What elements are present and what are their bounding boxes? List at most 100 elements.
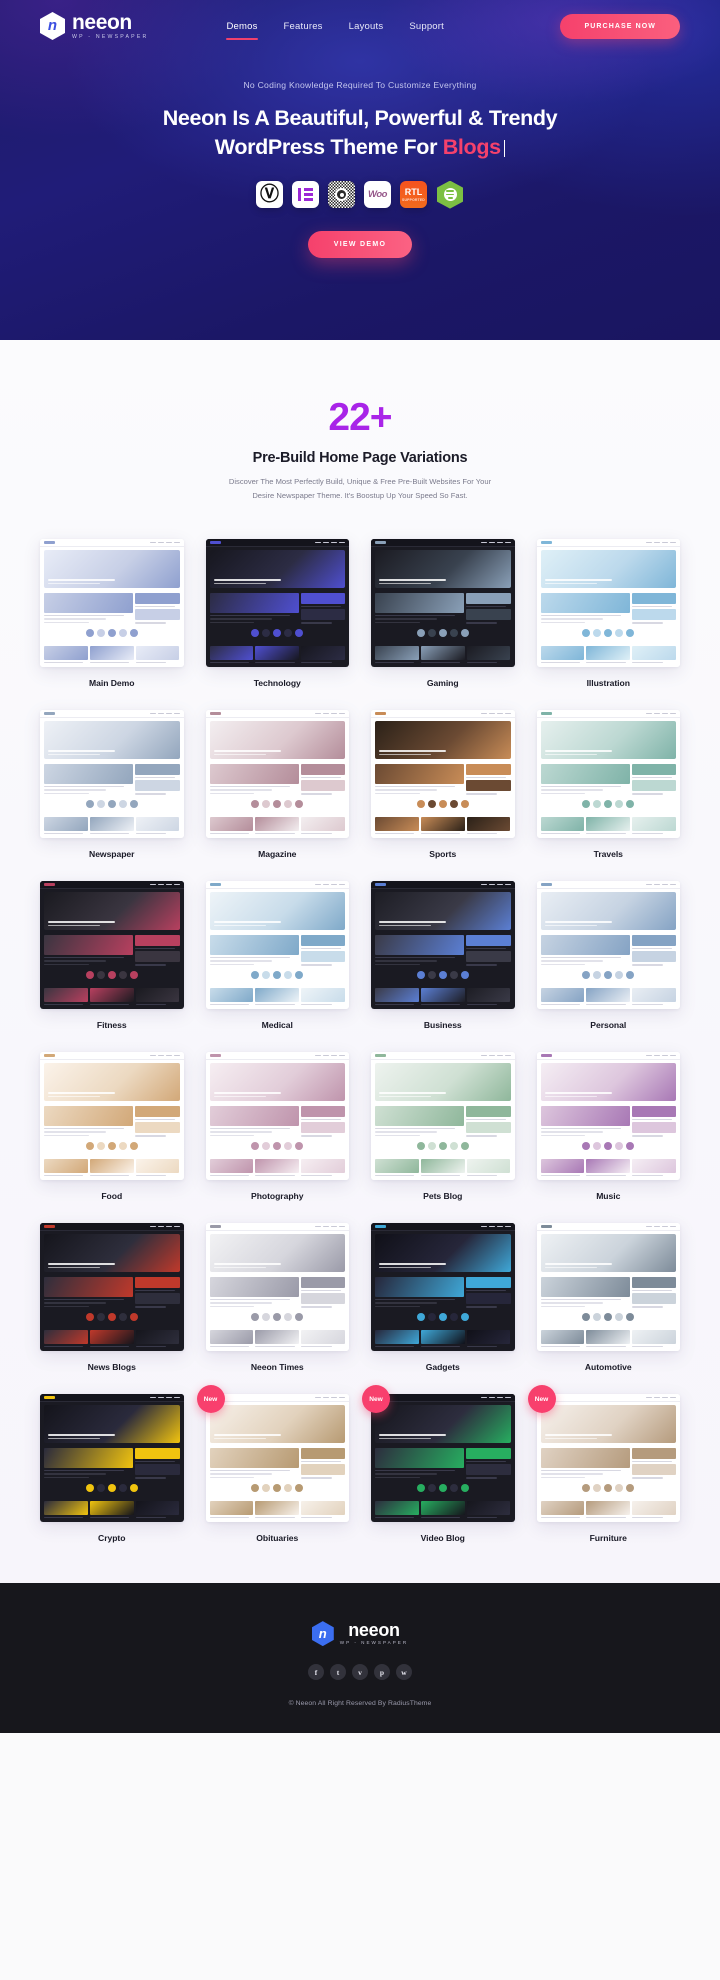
- demo-thumbnail[interactable]: [205, 539, 349, 668]
- nav-link-demos[interactable]: Demos: [226, 17, 258, 40]
- nav-links: Demos Features Layouts Support: [226, 0, 444, 52]
- demo-card-label: Automotive: [584, 1362, 632, 1373]
- demo-card[interactable]: Business: [371, 881, 515, 1030]
- demo-card-label: Obituaries: [256, 1533, 299, 1544]
- footer-brand-tagline: WP - NEWSPAPER: [339, 1640, 409, 1646]
- demo-thumbnail[interactable]: [536, 539, 680, 668]
- demo-card[interactable]: Main Demo: [40, 539, 184, 688]
- demo-grid: Main Demo Technology Gaming Illustration New…: [40, 539, 680, 1543]
- demo-thumbnail[interactable]: [205, 881, 349, 1010]
- demo-card-label: Food: [101, 1191, 123, 1202]
- demo-thumbnail[interactable]: [40, 881, 184, 1010]
- brand-logo[interactable]: n neeon WP - NEWSPAPER: [40, 12, 148, 40]
- demo-thumbnail[interactable]: [205, 1394, 349, 1523]
- demo-thumbnail[interactable]: [40, 539, 184, 668]
- nav-link-layouts[interactable]: Layouts: [349, 17, 384, 36]
- demos-subtitle: Discover The Most Perfectly Build, Uniqu…: [0, 475, 720, 503]
- demo-thumbnail[interactable]: [371, 539, 515, 668]
- brand-mark-letter: n: [47, 17, 58, 35]
- top-navigation: n neeon WP - NEWSPAPER Demos Features La…: [0, 0, 720, 52]
- rtl-icon: RTL SUPPORTED: [400, 181, 427, 209]
- demo-thumbnail[interactable]: [40, 1223, 184, 1352]
- footer-brand-hexagon-icon: n: [311, 1621, 334, 1647]
- view-demo-button[interactable]: VIEW DEMO: [307, 230, 413, 258]
- footer-brand-name: neeon: [348, 1620, 400, 1641]
- demo-thumbnail[interactable]: [205, 710, 349, 839]
- demos-section: 22+ Pre-Build Home Page Variations Disco…: [0, 340, 720, 1584]
- demo-card[interactable]: Medical: [205, 881, 349, 1030]
- demo-card-label: Crypto: [98, 1533, 126, 1544]
- footer-brand-logo[interactable]: n neeon WP - NEWSPAPER: [311, 1620, 409, 1647]
- new-badge: New: [362, 1385, 390, 1414]
- rtl-label: RTL: [404, 186, 423, 197]
- demo-card[interactable]: Crypto: [40, 1394, 184, 1543]
- demo-card[interactable]: New Video Blog: [362, 1385, 515, 1544]
- demo-card[interactable]: Food: [40, 1052, 184, 1201]
- demo-thumbnail[interactable]: [371, 1223, 515, 1352]
- facebook-icon[interactable]: f: [308, 1664, 324, 1681]
- demo-thumbnail[interactable]: [40, 710, 184, 839]
- demo-card-label: Gadgets: [425, 1362, 460, 1373]
- demo-card[interactable]: Illustration: [536, 539, 680, 688]
- demo-thumbnail[interactable]: [536, 1223, 680, 1352]
- demo-thumbnail[interactable]: [40, 1052, 184, 1181]
- nav-link-support[interactable]: Support: [409, 17, 444, 36]
- purchase-now-button[interactable]: PURCHASE NOW: [560, 13, 680, 39]
- demo-thumbnail[interactable]: [536, 881, 680, 1010]
- demo-card[interactable]: Pets Blog: [371, 1052, 515, 1201]
- demo-card-label: Newspaper: [89, 849, 135, 860]
- demo-thumbnail[interactable]: [205, 1052, 349, 1181]
- demo-card[interactable]: Travels: [536, 710, 680, 859]
- hero-eyebrow: No Coding Knowledge Required To Customiz…: [243, 80, 477, 90]
- demo-thumbnail[interactable]: [205, 1223, 349, 1352]
- pinterest-icon[interactable]: p: [374, 1664, 390, 1681]
- demo-card[interactable]: Technology: [205, 539, 349, 688]
- demo-count: 22+: [0, 398, 720, 437]
- demo-card-label: Sports: [429, 849, 457, 860]
- demo-card[interactable]: Personal: [536, 881, 680, 1031]
- hexagon-menu-icon: [436, 180, 464, 209]
- demo-card[interactable]: New Obituaries: [196, 1385, 349, 1544]
- demo-thumbnail[interactable]: [40, 1394, 184, 1523]
- demo-thumbnail[interactable]: [371, 881, 515, 1010]
- demo-card[interactable]: Gadgets: [371, 1223, 515, 1372]
- hero-title-line1: Neeon Is A Beautiful, Powerful & Trendy: [162, 106, 558, 130]
- demo-card[interactable]: Fitness: [40, 881, 184, 1030]
- footer: n neeon WP - NEWSPAPER f t v p w © Neeon…: [0, 1583, 720, 1734]
- demo-card-label: News Blogs: [87, 1362, 136, 1373]
- demos-subtitle-line2: Desire Newspaper Theme. It's Boostup Up …: [252, 491, 468, 501]
- demo-card-label: Music: [596, 1191, 621, 1202]
- demo-thumbnail[interactable]: [536, 1052, 680, 1181]
- demo-card[interactable]: Photography: [205, 1052, 349, 1202]
- demo-card-label: Video Blog: [420, 1533, 465, 1544]
- hero-title-line2-prefix: WordPress Theme For: [214, 134, 443, 159]
- demo-thumbnail[interactable]: [536, 710, 680, 839]
- demo-card-label: Personal: [590, 1020, 627, 1031]
- hero-title: Neeon Is A Beautiful, Powerful & Trendy …: [0, 104, 720, 162]
- twitter-icon[interactable]: t: [330, 1664, 346, 1681]
- vimeo-icon[interactable]: v: [352, 1664, 368, 1681]
- demo-thumbnail[interactable]: [371, 1052, 515, 1181]
- demo-thumbnail[interactable]: [371, 710, 515, 839]
- nav-link-features[interactable]: Features: [284, 17, 323, 36]
- demo-card[interactable]: New Furniture: [527, 1385, 680, 1544]
- demo-card[interactable]: Neeon Times: [205, 1223, 349, 1372]
- demo-thumbnail[interactable]: [371, 1394, 515, 1523]
- demo-card-label: Main Demo: [89, 678, 135, 689]
- demo-card[interactable]: Gaming: [371, 539, 515, 688]
- new-badge: New: [196, 1385, 225, 1414]
- demo-card[interactable]: Magazine: [205, 710, 349, 859]
- rtl-sublabel: SUPPORTED: [402, 197, 425, 202]
- demo-card-label: Photography: [251, 1191, 304, 1202]
- demo-card[interactable]: Newspaper: [40, 710, 184, 859]
- demo-card[interactable]: Sports: [371, 710, 515, 859]
- hero-content: No Coding Knowledge Required To Customiz…: [0, 52, 720, 258]
- demo-card[interactable]: Automotive: [536, 1223, 680, 1373]
- demo-card[interactable]: Music: [536, 1052, 680, 1202]
- demo-card-label: Furniture: [589, 1533, 627, 1544]
- demo-thumbnail[interactable]: [536, 1394, 680, 1523]
- demo-card[interactable]: News Blogs: [40, 1223, 184, 1372]
- new-badge: New: [527, 1385, 556, 1414]
- whatsapp-icon[interactable]: w: [396, 1664, 412, 1681]
- brand-tagline: WP - NEWSPAPER: [72, 33, 149, 40]
